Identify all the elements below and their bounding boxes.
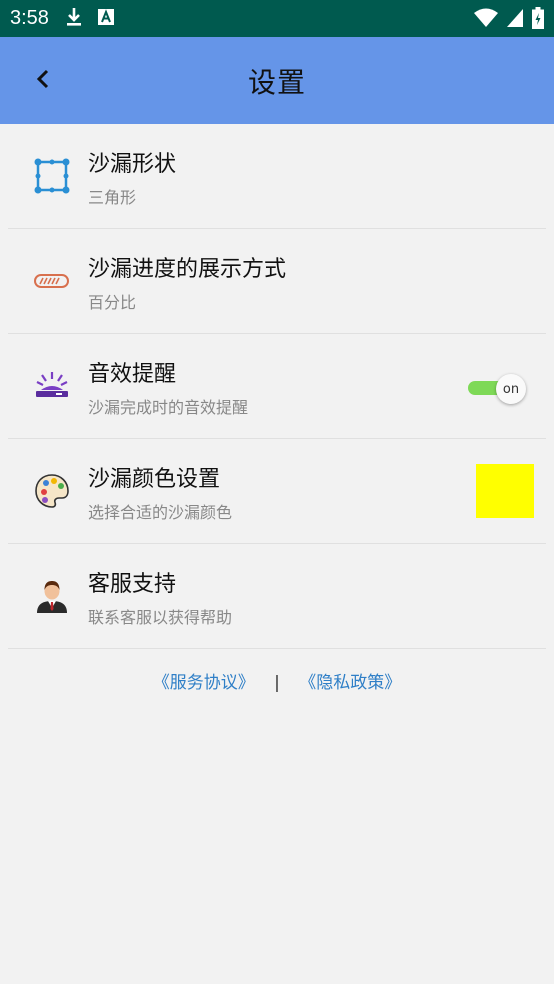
setting-title: 音效提醒 (88, 362, 177, 387)
signal-icon (506, 8, 524, 32)
link-separator: | (274, 673, 280, 693)
setting-value: 三角形 (88, 188, 137, 207)
battery-icon (532, 7, 544, 33)
footer-links: 《服务协议》 | 《隐私政策》 (0, 668, 554, 693)
setting-title: 沙漏形状 (88, 152, 177, 177)
back-arrow-icon[interactable] (32, 67, 56, 91)
status-time: 3:58 (10, 7, 49, 29)
toggle-knob: on (496, 374, 526, 404)
setting-sound-alert[interactable]: 音效提醒 沙漏完成时的音效提醒 on (8, 334, 546, 439)
page-title: 设置 (247, 65, 306, 99)
support-agent-icon (34, 578, 70, 614)
palette-icon (34, 473, 70, 509)
privacy-policy-link[interactable]: 《隐私政策》 (299, 673, 401, 693)
setting-progress-display[interactable]: 沙漏进度的展示方式 百分比 (8, 229, 546, 334)
setting-hourglass-color[interactable]: 沙漏颜色设置 选择合适的沙漏颜色 (8, 439, 546, 544)
app-bar: 设置 (0, 37, 554, 124)
settings-list: 沙漏形状 三角形 沙漏进度的展示方式 百分比 音效提醒 沙漏完成时的音效提醒 o (0, 124, 554, 649)
setting-title: 沙漏进度的展示方式 (88, 257, 287, 282)
setting-customer-support[interactable]: 客服支持 联系客服以获得帮助 (8, 544, 546, 649)
status-bar: 3:58 (0, 0, 554, 37)
setting-value: 百分比 (88, 293, 137, 312)
sound-alert-toggle[interactable]: on (468, 374, 528, 404)
setting-hourglass-shape[interactable]: 沙漏形状 三角形 (8, 124, 546, 229)
progress-icon (34, 263, 70, 299)
setting-title: 客服支持 (88, 572, 177, 597)
wifi-icon (474, 8, 498, 32)
a-notification-icon (97, 8, 115, 30)
setting-title: 沙漏颜色设置 (88, 467, 221, 492)
service-agreement-link[interactable]: 《服务协议》 (153, 673, 255, 693)
sound-alert-icon (34, 368, 70, 404)
setting-description: 选择合适的沙漏颜色 (88, 503, 233, 522)
color-swatch[interactable] (476, 464, 534, 518)
shape-icon (34, 158, 70, 194)
download-icon (65, 7, 83, 31)
setting-description: 沙漏完成时的音效提醒 (88, 398, 249, 417)
setting-description: 联系客服以获得帮助 (88, 608, 233, 627)
